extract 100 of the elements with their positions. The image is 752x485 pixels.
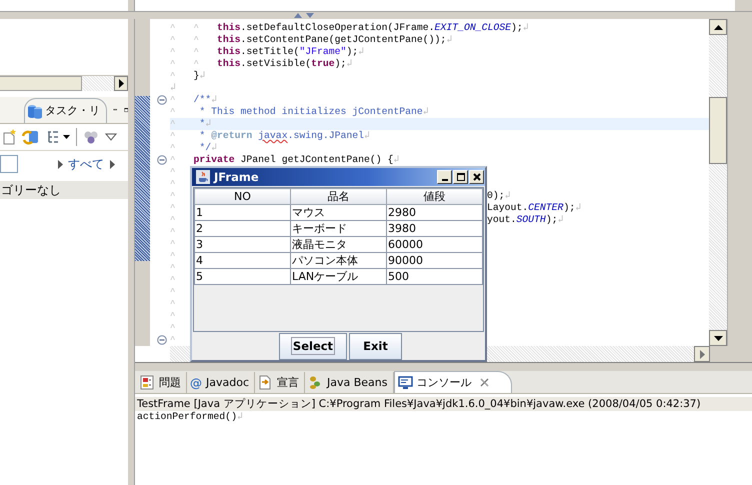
dots-icon[interactable]: [83, 129, 99, 145]
line-end-marker: ↲: [199, 70, 206, 81]
line-end-marker: ↲: [205, 118, 212, 129]
table-cell: マウス: [290, 204, 386, 220]
tab-marker: ^: [170, 334, 176, 346]
scroll-thumb[interactable]: [709, 97, 727, 164]
scroll-thumb[interactable]: [0, 76, 82, 91]
close-icon[interactable]: [480, 378, 488, 387]
tab-marker: ^: [170, 226, 176, 238]
line-end-marker: ↲: [170, 82, 176, 93]
table-cell: 2: [194, 220, 290, 236]
tab-marker: ^: [194, 22, 200, 34]
all-link[interactable]: すべて: [68, 156, 104, 172]
tab-marker: ^: [170, 58, 176, 70]
scroll-up-button[interactable]: [709, 19, 727, 35]
column-header[interactable]: 品名: [290, 188, 386, 204]
code-text: .setVisible(: [240, 58, 312, 69]
close-button[interactable]: [469, 170, 484, 184]
vertical-scrollbar[interactable]: [709, 19, 727, 346]
sash-arrows-icon[interactable]: [292, 12, 314, 19]
scroll-down-button[interactable]: [709, 330, 727, 346]
view-tab[interactable]: @ Javadoc: [187, 372, 255, 393]
arrow-right-icon[interactable]: [58, 160, 63, 168]
table-cell: 90000: [386, 252, 482, 268]
line-end-marker: ↲: [364, 130, 370, 141]
tab-marker: ^: [170, 70, 176, 82]
code-text: );: [546, 214, 558, 225]
arrow-down-icon: [714, 336, 722, 340]
minimize-button[interactable]: [437, 170, 452, 184]
line-end-marker: ↲: [504, 190, 511, 201]
code-text: }: [194, 70, 200, 81]
view-menu-icon[interactable]: [105, 133, 117, 141]
tab-marker: ^: [170, 202, 176, 214]
view-tab[interactable]: コンソール: [394, 371, 512, 393]
code-text: */: [198, 142, 212, 153]
tab-marker: ^: [170, 262, 176, 274]
scroll-right-button[interactable]: [114, 76, 128, 91]
arrow-right-icon: [118, 79, 124, 88]
line-end-marker: ↲: [346, 58, 352, 69]
tab-marker: ^: [170, 286, 176, 298]
tab-marker: ^: [170, 178, 176, 190]
collapse-icon[interactable]: [157, 155, 167, 165]
new-page-icon[interactable]: [2, 129, 16, 145]
cylinders-icon: [27, 102, 43, 118]
tab-marker: ^: [170, 118, 176, 130]
window-title: JFrame: [214, 170, 259, 184]
view-tab[interactable]: タスク・リ: [24, 98, 107, 122]
action-button[interactable]: Select: [279, 332, 347, 360]
sync-icon[interactable]: [22, 129, 40, 145]
tab-marker: ^: [194, 34, 200, 46]
monitor-icon: [398, 375, 412, 390]
column-header[interactable]: NO: [194, 188, 290, 204]
code-text: *: [198, 118, 206, 129]
code-text: );: [510, 22, 523, 33]
action-button[interactable]: Exit: [349, 332, 402, 360]
line-end-marker: ↲: [393, 154, 400, 165]
table-cell: LANケーブル: [290, 268, 386, 284]
code-text: @return: [211, 130, 252, 141]
document-arrow-icon: [258, 375, 273, 390]
arrow-right-icon[interactable]: [110, 160, 115, 168]
table-cell: 500: [386, 268, 482, 284]
collapse-icon[interactable]: [157, 95, 167, 105]
filter-field[interactable]: [0, 155, 18, 173]
table-cell: 1: [194, 204, 290, 220]
code-text: *: [198, 130, 206, 141]
column-header[interactable]: 値段: [386, 188, 482, 204]
line-end-marker: ↲: [211, 142, 218, 153]
code-text: this: [217, 58, 241, 69]
tab-marker: ^: [170, 106, 176, 118]
code-text: CENTER: [528, 202, 564, 213]
line-end-marker: ↲: [358, 46, 364, 57]
console-header: TestFrame [Java アプリケーション] C:¥Program Files¥Java¥jdk1.6.0_04¥bin¥javaw.exe (2008/04/05 0:42:37): [135, 397, 752, 411]
minimize-icon: [442, 179, 448, 181]
code-text: this: [217, 22, 241, 33]
tab-marker: ^: [170, 130, 176, 142]
tree-list-button[interactable]: [46, 130, 70, 144]
view-tab[interactable]: 問題: [137, 372, 187, 393]
table-cell: 3: [194, 236, 290, 252]
close-icon: [470, 171, 482, 183]
collapse-icon[interactable]: [157, 335, 167, 345]
warning-list-icon: [140, 375, 155, 390]
panel-splitter[interactable]: [135, 362, 752, 371]
line-end-marker: ↲: [522, 22, 529, 33]
maximize-icon: [454, 171, 466, 183]
code-text: SOUTH: [516, 214, 546, 225]
tab-marker: ^: [170, 238, 176, 250]
maximize-button[interactable]: [453, 170, 468, 184]
arrow-up-icon: [714, 24, 722, 30]
code-text: yout.: [487, 214, 516, 225]
horizontal-scrollbar[interactable]: [0, 75, 128, 91]
code-text: this: [217, 34, 241, 45]
tab-marker: ^: [194, 58, 200, 70]
console-text: actionPerformed(): [137, 411, 237, 422]
tab-marker: ^: [170, 274, 176, 286]
table-cell: 4: [194, 252, 290, 268]
code-text: /**: [194, 94, 212, 105]
code-text: javax: [258, 130, 288, 141]
code-text: );: [334, 58, 346, 69]
view-tab[interactable]: 宣言: [255, 372, 305, 393]
code-text: );: [563, 202, 576, 213]
